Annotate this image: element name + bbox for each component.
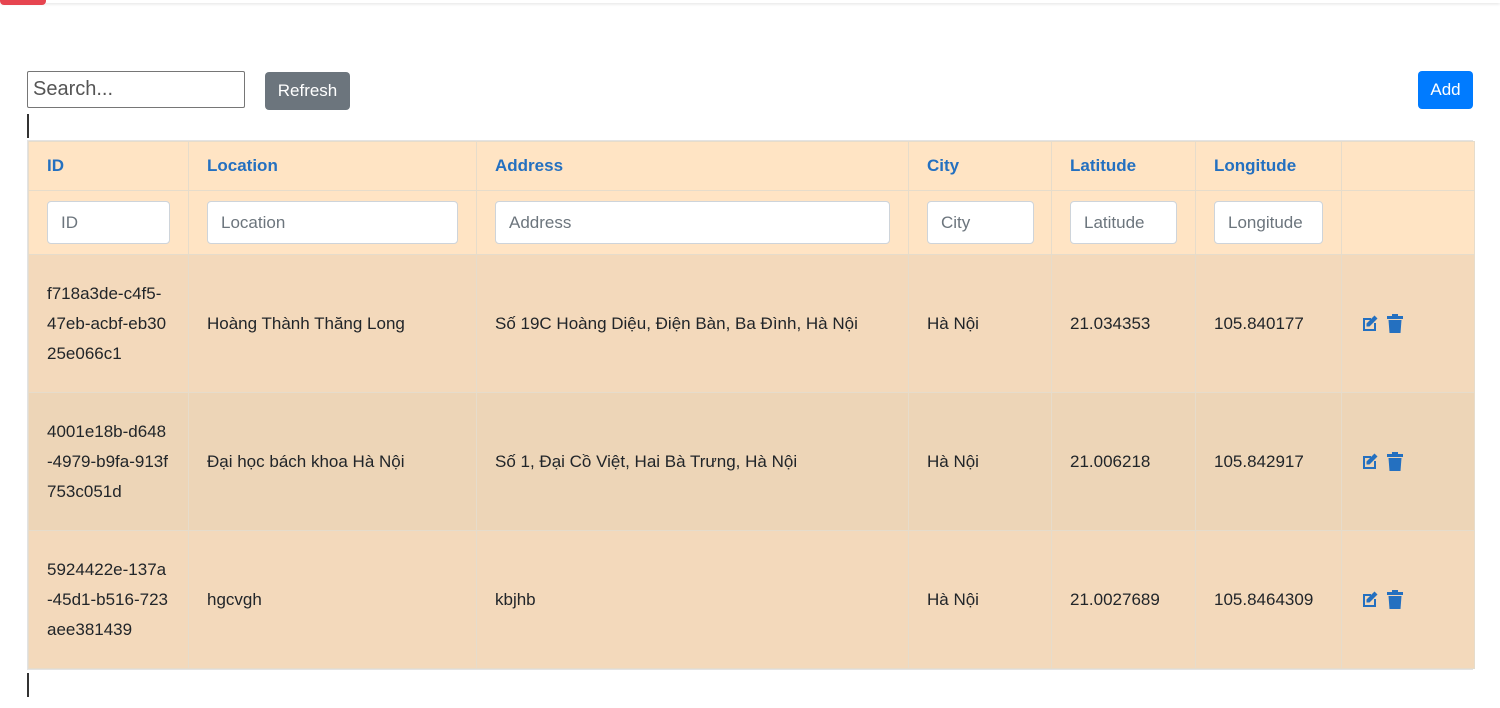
cell-city: Hà Nội — [908, 254, 1052, 393]
trash-icon[interactable] — [1386, 589, 1406, 610]
filter-cell — [908, 190, 1052, 255]
trash-icon[interactable] — [1386, 451, 1406, 472]
table-row: f718a3de-c4f5-47eb-acbf-eb3025e066c1 Hoà… — [28, 254, 1475, 393]
cell-location: Hoàng Thành Thăng Long — [188, 254, 477, 393]
filter-cell — [1051, 190, 1196, 255]
cell-longitude: 105.8464309 — [1195, 530, 1342, 669]
top-red-tab — [0, 0, 46, 5]
column-header-id[interactable]: ID — [28, 141, 189, 191]
filter-address-input[interactable] — [495, 201, 890, 244]
filter-cell — [28, 190, 189, 255]
toolbar: Refresh Add — [27, 71, 1473, 111]
column-header-location[interactable]: Location — [188, 141, 477, 191]
top-bar — [0, 0, 1500, 3]
column-header-latitude[interactable]: Latitude — [1051, 141, 1196, 191]
cell-latitude: 21.034353 — [1051, 254, 1196, 393]
cell-actions — [1341, 254, 1475, 393]
filter-cell-empty — [1341, 190, 1475, 255]
column-header-city[interactable]: City — [908, 141, 1052, 191]
row-actions — [1360, 313, 1456, 334]
filter-city-input[interactable] — [927, 201, 1034, 244]
column-header-longitude[interactable]: Longitude — [1195, 141, 1342, 191]
column-header-address[interactable]: Address — [476, 141, 909, 191]
edit-icon[interactable] — [1360, 590, 1380, 610]
cell-city: Hà Nội — [908, 530, 1052, 669]
add-button[interactable]: Add — [1418, 71, 1473, 109]
filter-id-input[interactable] — [47, 201, 170, 244]
cell-actions — [1341, 530, 1475, 669]
table-row: 5924422e-137a-45d1-b516-723aee381439 hgc… — [28, 530, 1475, 669]
cell-id: 4001e18b-d648-4979-b9fa-913f753c051d — [28, 392, 189, 531]
cell-id: f718a3de-c4f5-47eb-acbf-eb3025e066c1 — [28, 254, 189, 393]
text-cursor — [27, 114, 29, 138]
filter-longitude-input[interactable] — [1214, 201, 1323, 244]
cell-actions — [1341, 392, 1475, 531]
cell-address: Số 1, Đại Cồ Việt, Hai Bà Trưng, Hà Nội — [476, 392, 909, 531]
row-actions — [1360, 451, 1456, 472]
text-cursor — [27, 673, 29, 697]
cell-location: hgcvgh — [188, 530, 477, 669]
edit-icon[interactable] — [1360, 314, 1380, 334]
table-row: 4001e18b-d648-4979-b9fa-913f753c051d Đại… — [28, 392, 1475, 531]
filter-location-input[interactable] — [207, 201, 458, 244]
cell-address: Số 19C Hoàng Diệu, Điện Bàn, Ba Đình, Hà… — [476, 254, 909, 393]
cell-longitude: 105.842917 — [1195, 392, 1342, 531]
filter-cell — [476, 190, 909, 255]
filter-latitude-input[interactable] — [1070, 201, 1177, 244]
column-header-actions — [1341, 141, 1475, 191]
cell-city: Hà Nội — [908, 392, 1052, 531]
refresh-button[interactable]: Refresh — [265, 72, 350, 110]
filter-cell — [1195, 190, 1342, 255]
header-row: ID Location Address City Latitude Longit… — [28, 141, 1475, 191]
filter-row — [28, 190, 1475, 255]
cell-address: kbjhb — [476, 530, 909, 669]
trash-icon[interactable] — [1386, 313, 1406, 334]
edit-icon[interactable] — [1360, 452, 1380, 472]
cell-latitude: 21.006218 — [1051, 392, 1196, 531]
cell-latitude: 21.0027689 — [1051, 530, 1196, 669]
locations-grid: ID Location Address City Latitude Longit… — [27, 140, 1475, 670]
cell-location: Đại học bách khoa Hà Nội — [188, 392, 477, 531]
row-actions — [1360, 589, 1456, 610]
cell-id: 5924422e-137a-45d1-b516-723aee381439 — [28, 530, 189, 669]
cell-longitude: 105.840177 — [1195, 254, 1342, 393]
locations-table: ID Location Address City Latitude Longit… — [28, 141, 1475, 669]
search-input[interactable] — [27, 71, 245, 108]
filter-cell — [188, 190, 477, 255]
